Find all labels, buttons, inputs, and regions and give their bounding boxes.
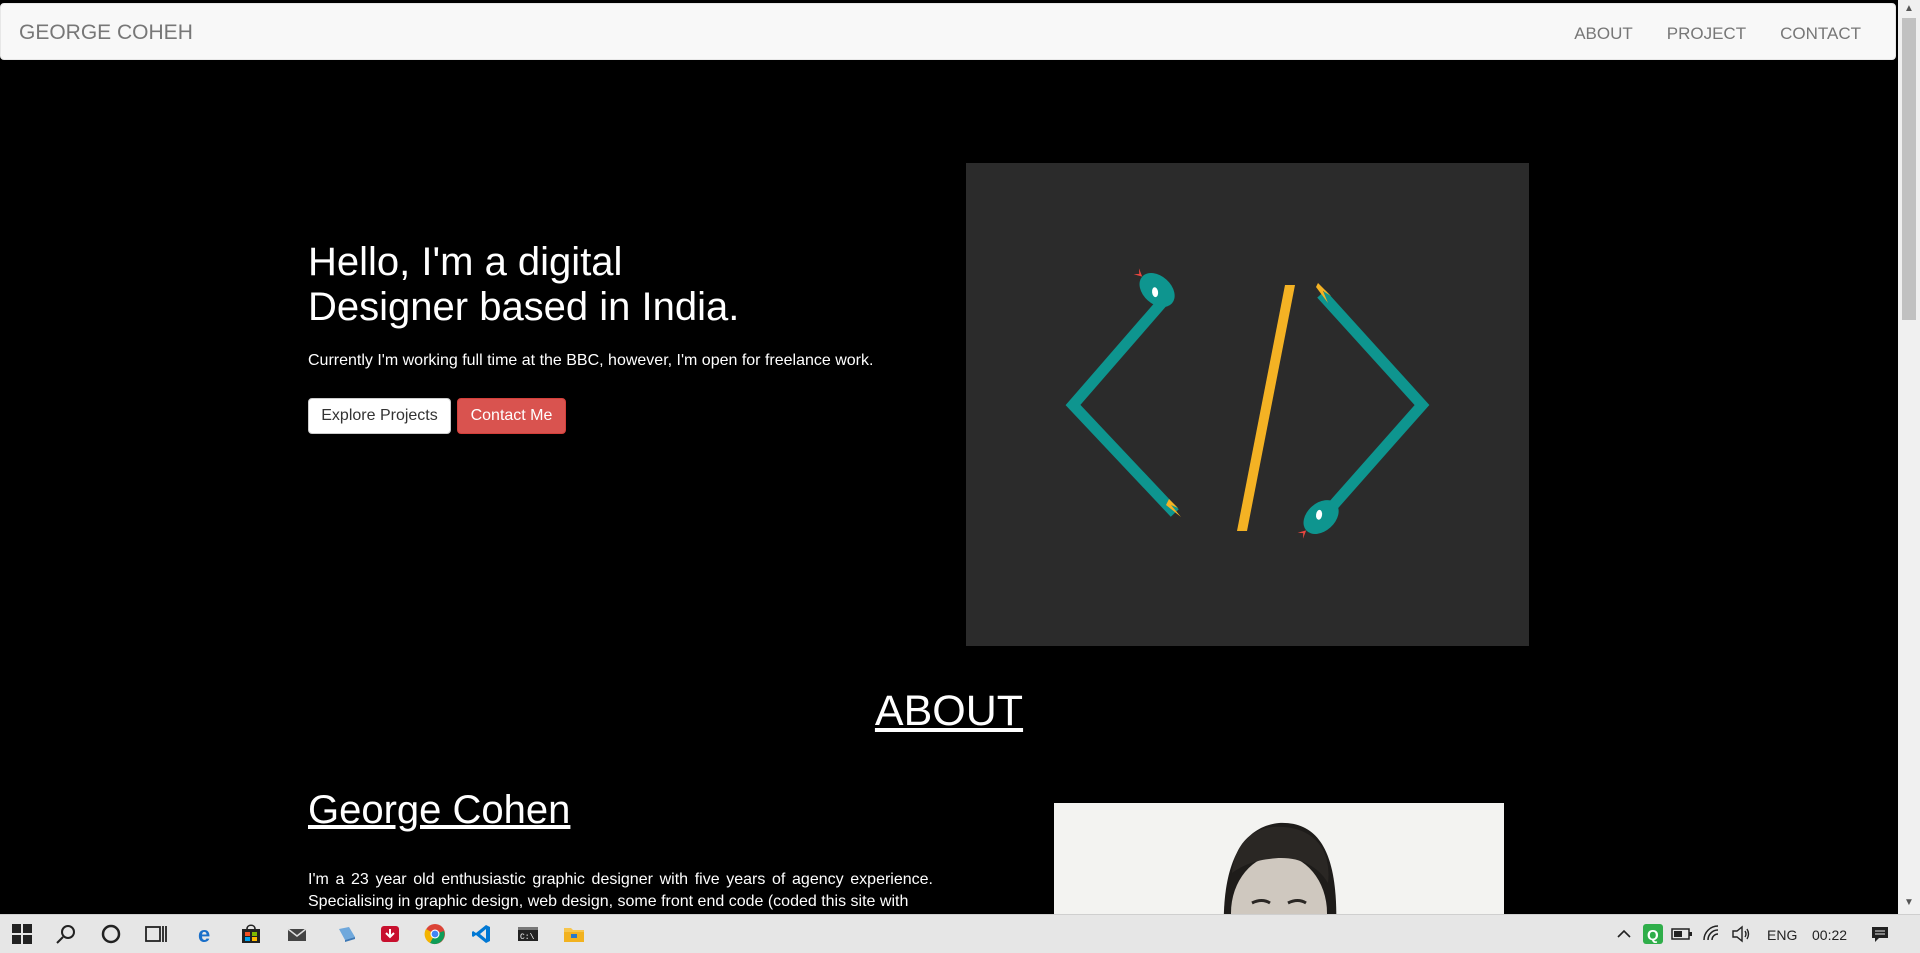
language-indicator[interactable]: ENG (1767, 927, 1797, 943)
hero-title-line1: Hello, I'm a digital (308, 240, 623, 284)
scroll-down-arrow-icon[interactable]: ▼ (1904, 897, 1914, 908)
file-explorer-icon[interactable] (561, 921, 587, 947)
svg-text:C:\: C:\ (520, 933, 535, 942)
search-icon[interactable] (53, 921, 79, 947)
scrollbar-thumb[interactable] (1902, 18, 1916, 320)
notifications-icon[interactable] (1867, 921, 1893, 947)
explore-projects-button[interactable]: Explore Projects (308, 398, 451, 434)
svg-text:Q: Q (1647, 927, 1659, 944)
store-icon[interactable] (238, 921, 264, 947)
clock[interactable]: 00:22 (1812, 927, 1847, 943)
vscode-icon[interactable] (468, 921, 494, 947)
about-name-heading: George Cohen (308, 788, 571, 832)
terminal-icon[interactable]: C:\ (515, 921, 541, 947)
contact-me-button[interactable]: Contact Me (457, 398, 566, 434)
vertical-scrollbar[interactable]: ▲ ▼ (1898, 0, 1920, 914)
battery-icon[interactable] (1669, 921, 1695, 947)
mail-icon[interactable] (284, 921, 310, 947)
nav-project-link[interactable]: PROJECT (1667, 24, 1746, 44)
windows-start-icon[interactable] (9, 921, 35, 947)
about-heading: ABOUT (874, 687, 1024, 735)
windows-taskbar: e C:\ Q ENG 00:22 (0, 914, 1920, 953)
app-icon[interactable] (334, 921, 360, 947)
chrome-icon[interactable] (422, 921, 448, 947)
hero-subtitle: Currently I'm working full time at the B… (308, 352, 874, 369)
scroll-up-arrow-icon[interactable]: ▲ (1904, 3, 1914, 14)
portrait-illustration (1223, 822, 1337, 914)
wifi-icon[interactable] (1699, 921, 1725, 947)
navbar: GEORGE COHEH ABOUT PROJECT CONTACT (0, 3, 1896, 60)
edge-icon[interactable]: e (193, 921, 219, 947)
hero-title-line2: Designer based in India. (308, 285, 740, 329)
volume-icon[interactable] (1728, 921, 1754, 947)
code-brackets-icon (1065, 268, 1430, 539)
portrait-photo (1054, 803, 1504, 914)
hero-title: Hello, I'm a digital Designer based in I… (308, 240, 739, 330)
cortana-icon[interactable] (98, 921, 124, 947)
brand-logo[interactable]: GEORGE COHEH (19, 21, 193, 45)
chevron-up-icon[interactable] (1611, 921, 1637, 947)
page: GEORGE COHEH ABOUT PROJECT CONTACT Hello… (0, 0, 1898, 914)
download-app-icon[interactable] (377, 921, 403, 947)
task-view-icon[interactable] (143, 921, 169, 947)
code-brackets-illustration (966, 163, 1529, 646)
q-app-icon[interactable]: Q (1640, 921, 1666, 947)
svg-text:e: e (198, 923, 210, 945)
about-description: I'm a 23 year old enthusiastic graphic d… (308, 871, 933, 910)
nav-contact-link[interactable]: CONTACT (1780, 24, 1861, 44)
nav-links: ABOUT PROJECT CONTACT (1574, 24, 1861, 44)
nav-about-link[interactable]: ABOUT (1574, 24, 1633, 44)
